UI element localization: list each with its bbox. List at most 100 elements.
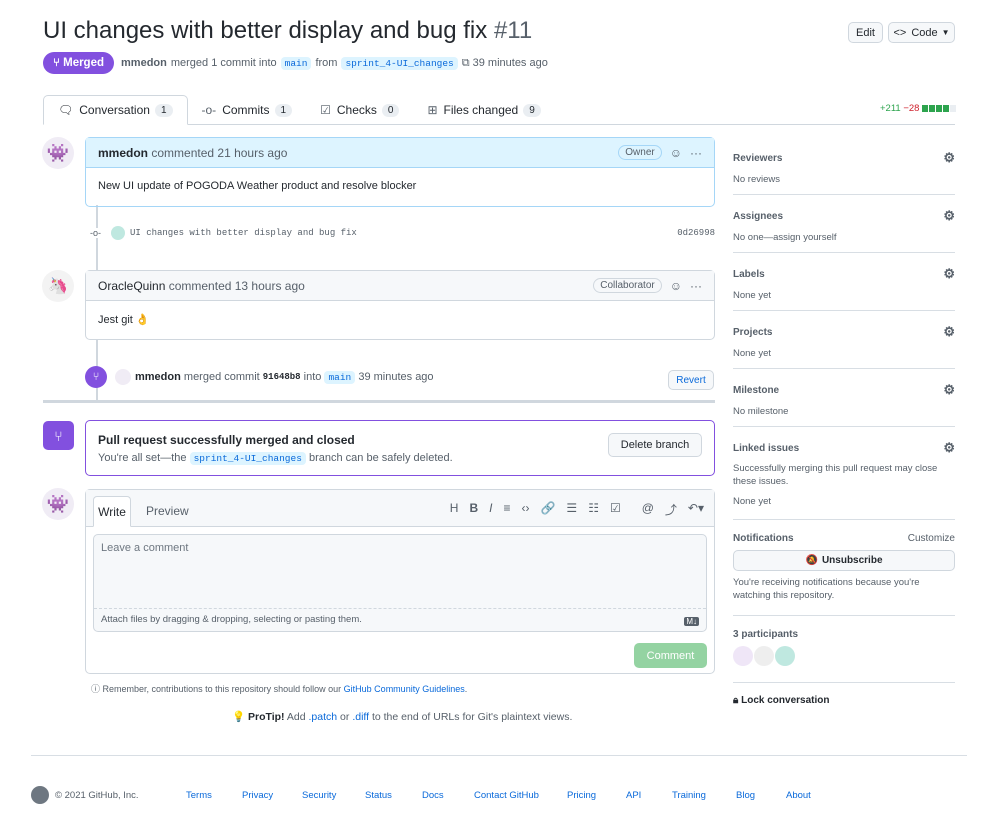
guidelines-note: ⓘ Remember, contributions to this reposi… (91, 682, 467, 695)
task-list-icon[interactable]: ☑ (610, 501, 621, 518)
section-title[interactable]: Linked issues (733, 443, 799, 454)
author-link[interactable]: mmedon (121, 57, 167, 69)
participant-avatar[interactable] (754, 646, 774, 666)
git-merge-icon: ⑂ (43, 421, 74, 450)
code-label: Code (911, 26, 938, 39)
merge-author[interactable]: mmedon (135, 371, 181, 383)
merge-avatar[interactable] (115, 369, 131, 385)
commit-message[interactable]: UI changes with better display and bug f… (130, 228, 357, 238)
section-title[interactable]: Projects (733, 327, 772, 338)
github-logo-icon[interactable] (31, 786, 49, 804)
tab-files-changed[interactable]: ⊞ Files changed 9 (413, 95, 554, 125)
merged-post: branch can be safely deleted. (308, 452, 453, 464)
section-value[interactable]: No one—assign yourself (733, 232, 955, 243)
markdown-icon[interactable]: M↓ (684, 617, 699, 626)
lock-conversation[interactable]: 🔒︎ Lock conversation (733, 695, 829, 706)
guidelines-link[interactable]: GitHub Community Guidelines (344, 684, 465, 694)
avatar: 👾 (42, 488, 74, 520)
diff-link[interactable]: .diff (352, 711, 369, 723)
avatar[interactable]: 👾 (42, 137, 74, 169)
footer-link-terms[interactable]: Terms (186, 790, 212, 801)
head-branch[interactable]: sprint_4-UI_changes (189, 452, 306, 465)
participant-avatar[interactable] (733, 646, 753, 666)
kebab-horizontal-icon[interactable]: ··· (690, 146, 702, 160)
comment-author[interactable]: mmedon (98, 146, 148, 160)
italic-icon[interactable]: I (489, 501, 492, 518)
comment-button[interactable]: Comment (634, 643, 707, 668)
section-title[interactable]: Reviewers (733, 153, 782, 164)
tab-conversation[interactable]: 🗨 Conversation 1 (43, 95, 188, 125)
tab-commits[interactable]: -o- Commits 1 (188, 95, 307, 125)
tab-write[interactable]: Write (93, 496, 131, 527)
gear-icon[interactable]: ⚙ (943, 382, 955, 398)
footer-link-api[interactable]: API (626, 790, 641, 801)
page-title: UI changes with better display and bug f… (43, 17, 532, 45)
ordered-list-icon[interactable]: ☷ (588, 501, 599, 518)
section-title[interactable]: Milestone (733, 385, 779, 396)
commit-sha[interactable]: 0d26998 (677, 228, 715, 238)
cross-reference-icon[interactable]: ⤴ (665, 501, 677, 518)
comment-time[interactable]: commented 13 hours ago (169, 279, 305, 293)
avatar[interactable]: 🦄 (42, 270, 74, 302)
gear-icon[interactable]: ⚙ (943, 150, 955, 166)
base-branch[interactable]: main (280, 56, 312, 70)
code-icon[interactable]: ‹› (521, 501, 529, 518)
heading-icon[interactable]: H (450, 501, 459, 518)
gear-icon[interactable]: ⚙ (943, 324, 955, 340)
link-icon[interactable]: 🔗 (540, 501, 555, 518)
participant-avatar[interactable] (775, 646, 795, 666)
section-value: None yet (733, 496, 772, 507)
footer-link-docs[interactable]: Docs (422, 790, 444, 801)
section-title[interactable]: Labels (733, 269, 765, 280)
footer-link-training[interactable]: Training (672, 790, 706, 801)
quote-icon[interactable]: ≡ (503, 501, 510, 518)
unordered-list-icon[interactable]: ☰ (566, 501, 577, 518)
footer-link-status[interactable]: Status (365, 790, 392, 801)
comment-author[interactable]: OracleQuinn (98, 279, 165, 293)
smiley-icon[interactable]: ☺ (670, 279, 682, 293)
footer-link-blog[interactable]: Blog (736, 790, 755, 801)
head-branch[interactable]: sprint_4-UI_changes (341, 56, 458, 70)
patch-link[interactable]: .patch (309, 711, 338, 723)
protip: 💡 ProTip! Add .patch or .diff to the end… (232, 710, 572, 723)
footer-link-privacy[interactable]: Privacy (242, 790, 273, 801)
merge-time: 39 minutes ago (472, 57, 548, 69)
merge-sha[interactable]: 91648b8 (263, 372, 301, 382)
tab-checks[interactable]: ☑ Checks 0 (306, 95, 413, 125)
revert-button[interactable]: Revert (668, 370, 714, 390)
diffstat: +211 −28 (880, 103, 957, 114)
comment-discussion-icon: 🗨 (58, 103, 74, 117)
smiley-icon[interactable]: ☺ (670, 146, 682, 160)
tab-preview[interactable]: Preview (131, 496, 204, 526)
footer-link-about[interactable]: About (786, 790, 811, 801)
file-diff-icon: ⊞ (427, 103, 438, 117)
participants-count: 3 participants (733, 629, 799, 640)
commit-avatar[interactable] (111, 226, 125, 240)
unsubscribe-button[interactable]: 🔕 Unsubscribe (733, 550, 955, 571)
comment-time[interactable]: commented 21 hours ago (151, 146, 287, 160)
diffstat-bar (922, 105, 957, 112)
section-title[interactable]: Assignees (733, 211, 783, 222)
edit-button[interactable]: Edit (848, 22, 883, 43)
bold-icon[interactable]: B (469, 501, 478, 518)
merged-text: merged 1 commit into (170, 57, 277, 69)
copy-icon[interactable]: ⧉ (462, 57, 470, 70)
mention-icon[interactable]: @ (642, 501, 654, 518)
kebab-horizontal-icon[interactable]: ··· (690, 279, 702, 293)
reply-icon[interactable]: ↶▾ (688, 501, 704, 518)
gear-icon[interactable]: ⚙ (943, 266, 955, 282)
footer-link-security[interactable]: Security (302, 790, 336, 801)
delete-branch-button[interactable]: Delete branch (608, 433, 702, 457)
attach-files[interactable]: Attach files by dragging & dropping, sel… (94, 609, 706, 630)
footer-link-pricing[interactable]: Pricing (567, 790, 596, 801)
markdown-toolbar: H B I ≡ ‹› 🔗 ☰ ☷ ☑ @ ⤴ ↶▾ (450, 501, 704, 518)
tab-label: Conversation (79, 103, 150, 117)
comment-textarea[interactable]: Leave a comment (94, 535, 706, 609)
base-branch[interactable]: main (324, 370, 356, 384)
pr-meta: ⑂ Merged mmedon merged 1 commit into mai… (43, 52, 548, 74)
gear-icon[interactable]: ⚙ (943, 208, 955, 224)
customize-link[interactable]: Customize (908, 533, 955, 544)
footer-link-contact[interactable]: Contact GitHub (474, 790, 539, 801)
gear-icon[interactable]: ⚙ (943, 440, 955, 456)
code-button[interactable]: <> Code ▼ (888, 22, 955, 43)
